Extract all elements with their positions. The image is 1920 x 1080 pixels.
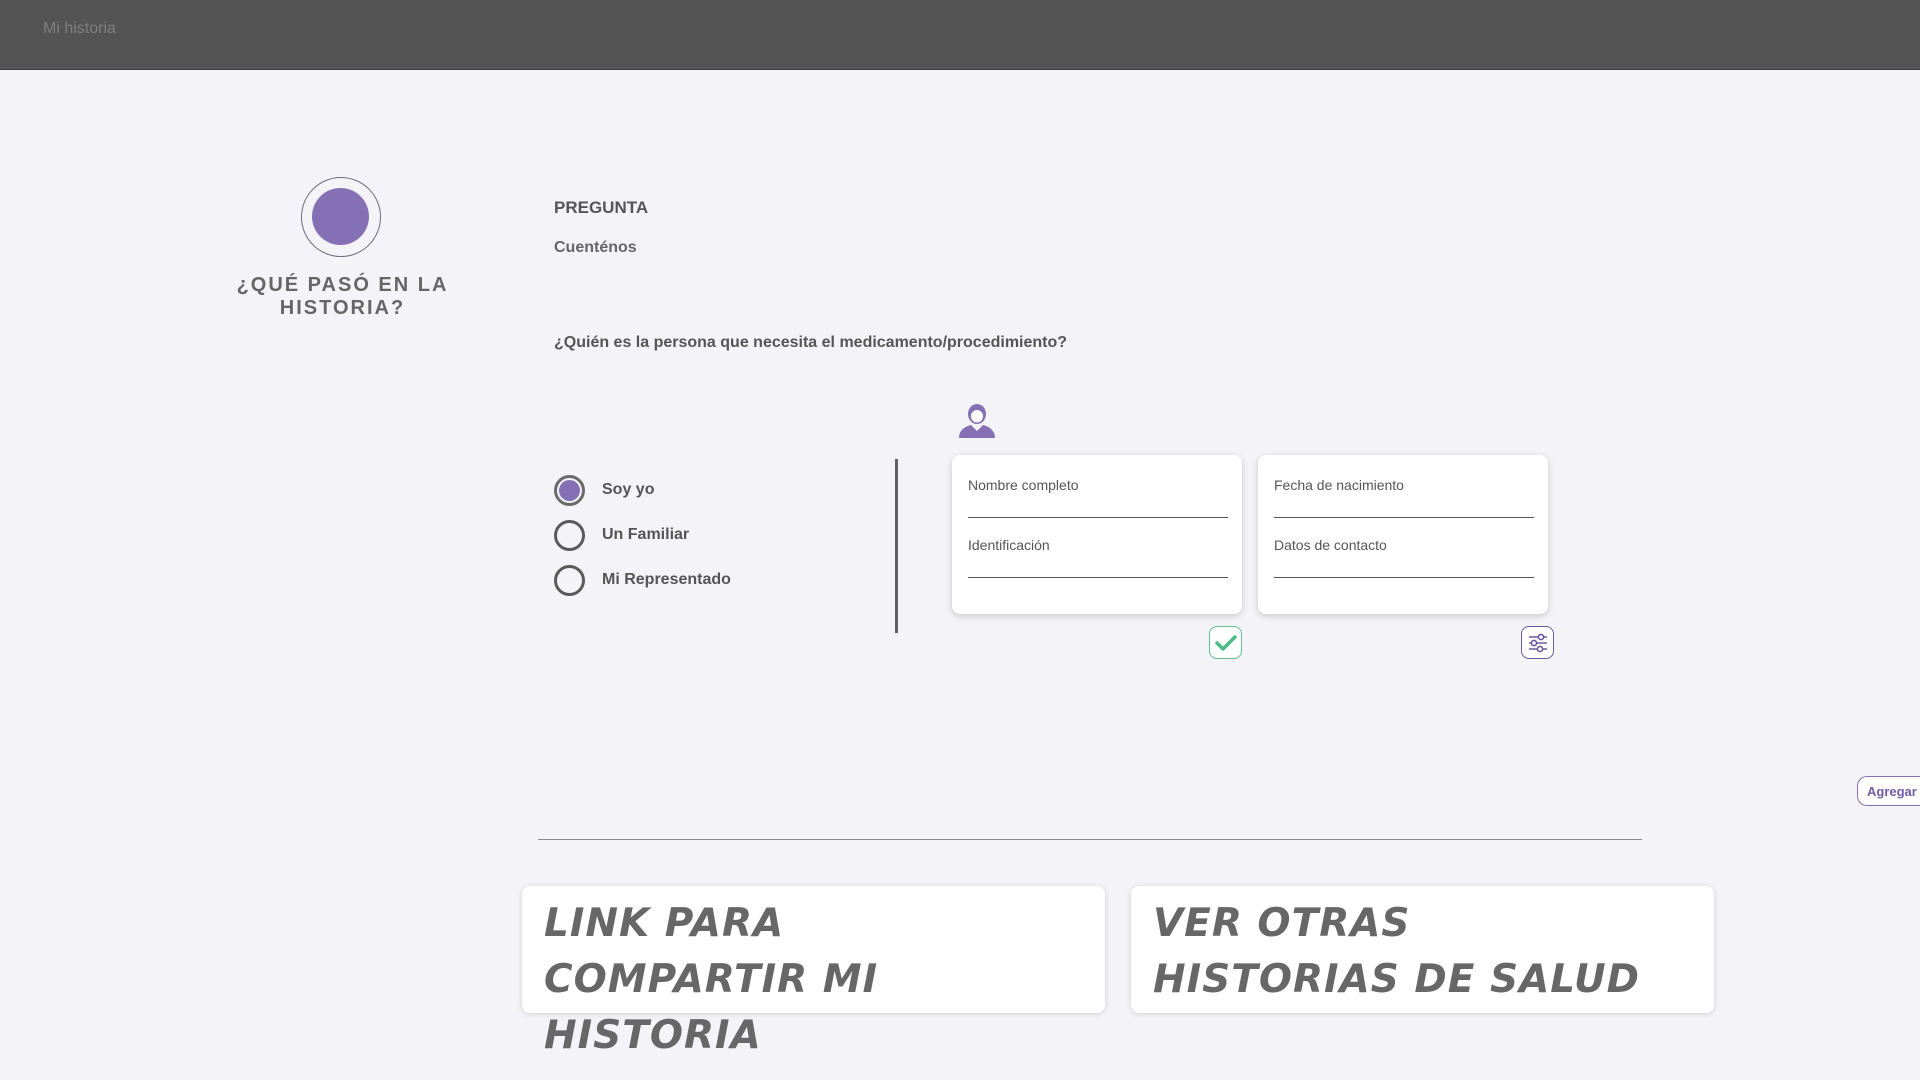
question-subtitle: Cuenténos bbox=[554, 239, 637, 256]
option-label: Mi Representado bbox=[602, 571, 731, 588]
birth-date-input[interactable] bbox=[1274, 473, 1534, 517]
step-title: ¿QUÉ PASÓ EN LA HISTORIA? bbox=[236, 274, 449, 319]
other-stories-line1: VER OTRAS bbox=[1153, 901, 1411, 946]
share-story-card[interactable]: LINK PARA COMPARTIR MI HISTORIA bbox=[522, 886, 1105, 1058]
birth-field-wrapper bbox=[1274, 473, 1534, 518]
step-indicator-fill bbox=[312, 188, 369, 245]
other-stories-card[interactable]: VER OTRAS HISTORIAS DE SALUD bbox=[1131, 886, 1714, 1013]
option-mi-representado[interactable]: Mi Representado bbox=[554, 564, 731, 596]
sliders-icon bbox=[1528, 633, 1547, 652]
share-story-text: LINK PARA COMPARTIR MI HISTORIA bbox=[544, 896, 1089, 1064]
confirm-button[interactable] bbox=[1209, 626, 1242, 659]
id-field-wrapper bbox=[968, 533, 1228, 578]
contact-input[interactable] bbox=[1274, 533, 1534, 577]
full-name-input[interactable] bbox=[968, 473, 1228, 517]
share-story-line2: COMPARTIR MI HISTORIA bbox=[544, 957, 879, 1058]
step-indicator bbox=[301, 177, 381, 257]
identity-card bbox=[952, 455, 1242, 614]
top-bar: Mi historia bbox=[0, 0, 1920, 70]
other-stories-text: VER OTRAS HISTORIAS DE SALUD bbox=[1153, 896, 1698, 1008]
option-soy-yo[interactable]: Soy yo bbox=[554, 474, 655, 506]
radio-selected-icon[interactable] bbox=[554, 474, 585, 506]
contact-card bbox=[1258, 455, 1548, 614]
radio-icon[interactable] bbox=[554, 519, 585, 551]
radio-icon[interactable] bbox=[554, 564, 585, 596]
section-divider bbox=[538, 839, 1642, 840]
question-label: PREGUNTA bbox=[554, 198, 649, 217]
other-stories-line2: HISTORIAS DE SALUD bbox=[1153, 957, 1641, 1002]
contact-field-wrapper bbox=[1274, 533, 1534, 578]
person-icon bbox=[959, 404, 995, 438]
option-label: Un Familiar bbox=[602, 526, 690, 543]
option-un-familiar[interactable]: Un Familiar bbox=[554, 519, 690, 551]
brand-link[interactable]: Mi historia bbox=[43, 20, 116, 38]
option-label: Soy yo bbox=[602, 481, 655, 498]
check-icon bbox=[1214, 634, 1237, 651]
add-button[interactable]: Agregar r bbox=[1857, 776, 1920, 806]
share-story-line1: LINK PARA bbox=[544, 901, 785, 946]
name-field-wrapper bbox=[968, 473, 1228, 518]
settings-button[interactable] bbox=[1521, 626, 1554, 659]
vertical-divider bbox=[895, 459, 898, 633]
question-text: ¿Quién es la persona que necesita el med… bbox=[554, 334, 1068, 351]
identification-input[interactable] bbox=[968, 533, 1228, 577]
